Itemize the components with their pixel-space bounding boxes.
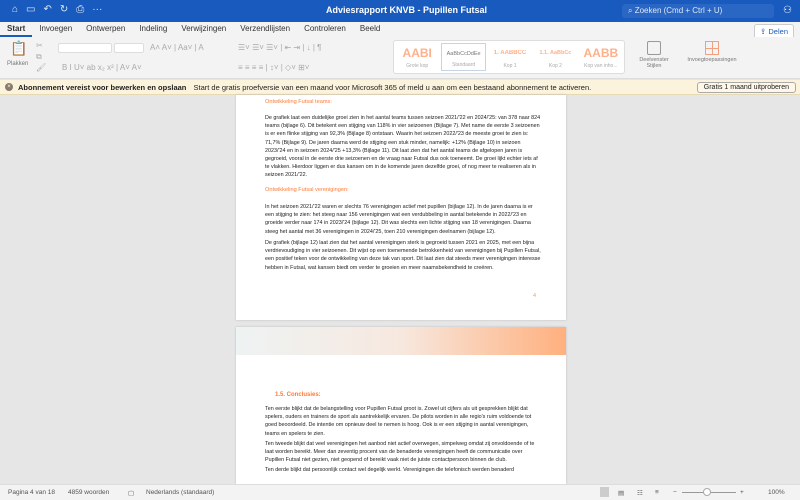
- style-label: Kop van inho...: [584, 63, 618, 69]
- tab-beeld[interactable]: Beeld: [353, 22, 387, 37]
- styles-pane-button[interactable]: Deelvenster Stijlen: [636, 41, 672, 69]
- trial-button[interactable]: Gratis 1 maand uitproberen: [696, 82, 796, 93]
- style-standaard[interactable]: AaBbCcDdEe Standaard: [441, 43, 486, 71]
- home-icon[interactable]: ⌂: [12, 4, 18, 15]
- zoom-out-button[interactable]: −: [673, 489, 677, 496]
- paragraph: Ten derde blijkt dat persoonlijk contact…: [265, 467, 515, 473]
- page-count[interactable]: Pagina 4 van 18: [8, 489, 55, 496]
- document-page-4[interactable]: Ontwikkeling Futsal teams: De grafiek la…: [236, 95, 566, 320]
- tab-verzendlijsten[interactable]: Verzendlijsten: [233, 22, 297, 37]
- tab-indeling[interactable]: Indeling: [132, 22, 174, 37]
- paste-icon[interactable]: 📋: [10, 40, 27, 57]
- account-icon[interactable]: ⚇: [783, 5, 792, 16]
- style-sample: AABI: [402, 46, 432, 60]
- tab-invoegen[interactable]: Invoegen: [32, 22, 79, 37]
- paragraph: In het seizoen 2021/'22 waren er slechts…: [265, 204, 533, 235]
- document-title: Adviesrapport KNVB - Pupillen Futsal: [326, 5, 488, 15]
- style-label: Standaard: [452, 62, 476, 68]
- search-input[interactable]: ⌕ Zoeken (Cmd + Ctrl + U): [622, 4, 774, 18]
- banner-title: Abonnement vereist voor bewerken en opsl…: [18, 83, 187, 92]
- paste-label[interactable]: Plakken: [7, 61, 28, 67]
- styles-pane-icon: [647, 41, 661, 55]
- style-kop-inhoud[interactable]: AABB Kop van inho...: [580, 43, 622, 71]
- styles-gallery: AABI Grote kop AaBbCcDdEe Standaard 1. AAB…: [393, 40, 625, 74]
- style-sample: 1.1. AaBbCc: [539, 50, 572, 56]
- style-label: Kop 1: [503, 63, 517, 69]
- cut-icon[interactable]: ✂: [36, 41, 43, 50]
- zoom-slider-thumb[interactable]: [703, 488, 711, 496]
- tab-start[interactable]: Start: [0, 22, 33, 37]
- share-label: Delen: [768, 27, 788, 36]
- ribbon: 📋 Plakken ✂ ⧉ 🖌 A˄ A˅ | Aa˅ | A B I U˅ a…: [0, 37, 800, 79]
- addins-button[interactable]: Invoegtoepassingen: [682, 41, 742, 63]
- font-tools-icon[interactable]: A˄ A˅ | Aa˅ | A: [150, 43, 204, 52]
- style-grote-kop[interactable]: AABI Grote kop: [396, 43, 438, 71]
- font-family-select[interactable]: [58, 43, 112, 53]
- draft-icon[interactable]: ≡: [655, 489, 659, 496]
- style-label: Grote kop: [406, 63, 429, 69]
- print-icon[interactable]: ⎙: [76, 4, 84, 15]
- word-count[interactable]: 4859 woorden: [68, 489, 109, 496]
- style-sample: AaBbCcDdEe: [446, 51, 481, 57]
- status-bar: Pagina 4 van 18 4859 woorden ▢ Nederland…: [0, 484, 800, 500]
- addins-label: Invoegtoepassingen: [687, 57, 737, 63]
- paragraph: Ten eerste blijkt dat de belangstelling …: [265, 406, 532, 437]
- style-kop-1[interactable]: 1. AABBCC Kop 1: [489, 43, 531, 71]
- outline-icon[interactable]: ☷: [637, 489, 643, 497]
- subscription-banner: × Abonnement vereist voor bewerken en op…: [0, 80, 800, 95]
- undo-icon[interactable]: ↶: [44, 4, 52, 15]
- zoom-level[interactable]: 100%: [768, 489, 785, 496]
- search-placeholder: Zoeken (Cmd + Ctrl + U): [634, 6, 723, 15]
- close-banner-icon[interactable]: ×: [5, 83, 13, 91]
- proofing-icon[interactable]: ▢: [128, 489, 134, 497]
- paragraph: Ten tweede blijkt dat veel verenigingen …: [265, 441, 535, 464]
- paragraph: De grafiek laat een duidelijke groei zie…: [265, 115, 541, 179]
- copy-icon[interactable]: ⧉: [36, 52, 42, 62]
- tab-verwijzingen[interactable]: Verwijzingen: [174, 22, 233, 37]
- heading-futsal-teams: Ontwikkeling Futsal teams:: [265, 99, 332, 105]
- list-icons[interactable]: ☰˅ ☰˅ ☰˅ | ⇤ ⇥ | ↓ | ¶: [238, 43, 321, 52]
- print-layout-icon[interactable]: [600, 487, 609, 497]
- style-label: Kop 2: [548, 63, 562, 69]
- ribbon-tabs: Start Invoegen Ontwerpen Indeling Verwij…: [0, 22, 800, 37]
- tab-controleren[interactable]: Controleren: [297, 22, 353, 37]
- more-icon[interactable]: ···: [92, 4, 102, 15]
- style-kop-2[interactable]: 1.1. AaBbCc Kop 2: [534, 43, 576, 71]
- style-sample: 1. AABBCC: [493, 50, 527, 56]
- tab-ontwerpen[interactable]: Ontwerpen: [79, 22, 132, 37]
- paragraph: De grafiek (bijlage 12) laat zien dat he…: [265, 240, 541, 271]
- addins-icon: [705, 41, 719, 55]
- redo-icon[interactable]: ↻: [60, 4, 68, 15]
- title-bar: ⌂ ▭ ↶ ↻ ⎙ ··· Adviesrapport KNVB - Pupil…: [0, 0, 800, 22]
- header-gradient-band: [236, 327, 566, 355]
- format-painter-icon[interactable]: 🖌: [36, 63, 46, 72]
- focus-icon[interactable]: ▤: [618, 489, 624, 497]
- styles-pane-label: Deelvenster Stijlen: [639, 57, 669, 69]
- page-number: 4: [533, 293, 537, 299]
- font-size-select[interactable]: [114, 43, 144, 53]
- document-page-5[interactable]: 1.5. Conclusies: Ten eerste blijkt dat d…: [236, 327, 566, 484]
- heading-futsal-verenigingen: Ontwikkeling Futsal verenigingen:: [265, 187, 349, 193]
- zoom-in-button[interactable]: +: [740, 489, 744, 496]
- language[interactable]: Nederlands (standaard): [146, 489, 214, 496]
- align-icons[interactable]: ≡ ≡ ≡ ≡ | ↕˅ | ◇˅ ⊞˅: [238, 63, 309, 72]
- heading-conclusies: 1.5. Conclusies:: [275, 392, 321, 398]
- text-format-icons[interactable]: B I U˅ ab x₂ x² | A˅ A˅: [62, 63, 142, 72]
- banner-text: Start de gratis proefversie van een maan…: [193, 83, 592, 92]
- save-icon[interactable]: ▭: [26, 4, 35, 15]
- style-sample: AABB: [583, 46, 619, 60]
